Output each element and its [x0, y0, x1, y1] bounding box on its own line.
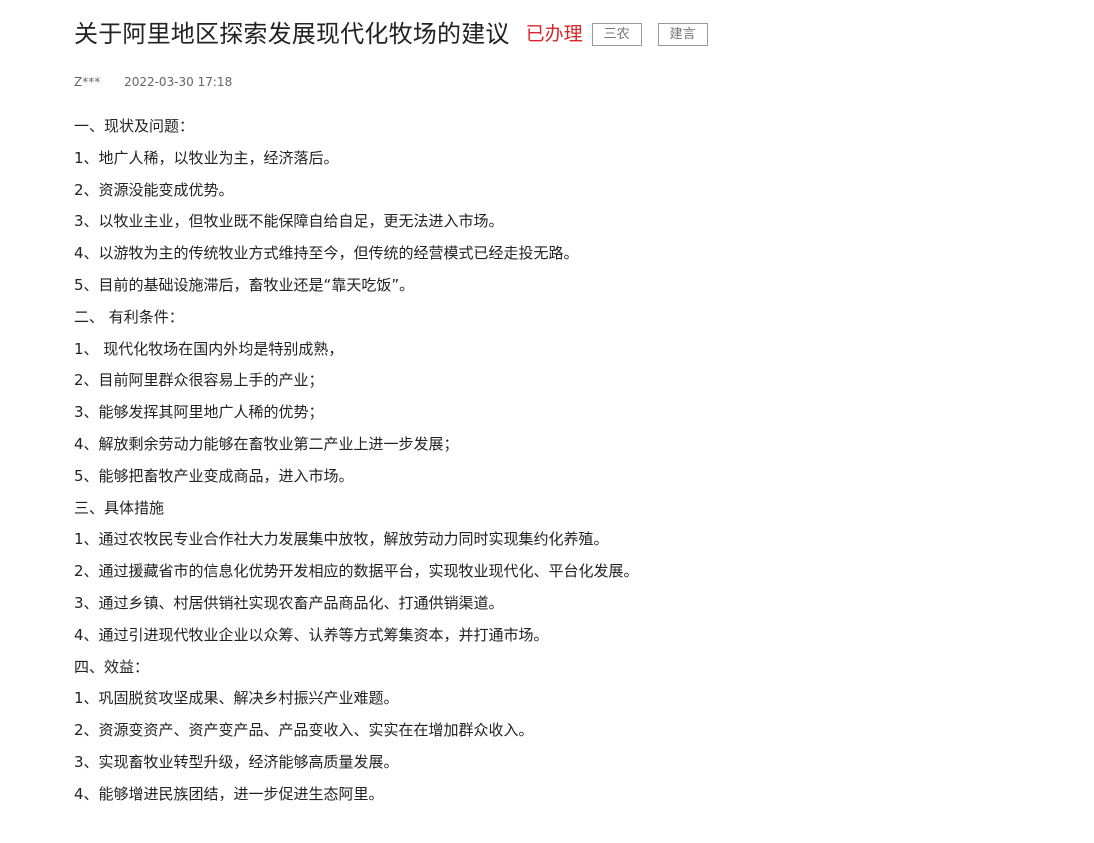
section-heading: 三、具体措施	[74, 498, 165, 517]
body-line: 4、通过引进现代牧业企业以众筹、认养等方式筹集资本，并打通市场。	[74, 625, 549, 644]
body-line: 4、能够增进民族团结，进一步促进生态阿里。	[74, 784, 384, 803]
body-line: 1、地广人稀，以牧业为主，经济落后。	[74, 148, 339, 167]
body-line: 2、通过援藏省市的信息化优势开发相应的数据平台，实现牧业现代化、平台化发展。	[74, 562, 639, 581]
section-heading: 四、效益：	[74, 657, 150, 676]
body-line: 5、能够把畜牧产业变成商品，进入市场。	[74, 466, 354, 485]
section-heading: 一、现状及问题：	[74, 117, 195, 135]
author-name: Z***	[74, 75, 101, 89]
body-line: 5、目前的基础设施滞后，畜牧业还是“靠天吃饭”。	[74, 275, 415, 294]
body-line: 2、资源没能变成优势。	[74, 180, 234, 199]
body-line: 3、能够发挥其阿里地广人稀的优势；	[74, 403, 324, 422]
suggestion-body: 一、现状及问题： 1、地广人稀，以牧业为主，经济落后。 2、资源没能变成优势。 …	[74, 111, 1054, 811]
title-row: 关于阿里地区探索发展现代化牧场的建议 已办理 三农 建言	[74, 17, 708, 51]
body-line: 2、资源变资产、资产变产品、产品变收入、实实在在增加群众收入。	[74, 721, 534, 740]
suggestion-page: 关于阿里地区探索发展现代化牧场的建议 已办理 三农 建言 Z*** 2022-0…	[0, 0, 1094, 843]
body-line: 3、实现畜牧业转型升级，经济能够高质量发展。	[74, 752, 399, 771]
post-date: 2022-03-30 17:18	[124, 75, 233, 89]
section-heading: 二、 有利条件：	[74, 307, 184, 326]
tag-sannong[interactable]: 三农	[591, 22, 642, 46]
body-line: 1、 现代化牧场在国内外均是特别成熟，	[74, 339, 344, 358]
body-line: 1、巩固脱贫攻坚成果、解决乡村振兴产业难题。	[74, 689, 399, 708]
tag-jianyan[interactable]: 建言	[657, 22, 708, 46]
body-line: 4、以游牧为主的传统牧业方式维持至今，但传统的经营模式已经走投无路。	[74, 244, 579, 263]
body-line: 1、通过农牧民专业合作社大力发展集中放牧，解放劳动力同时实现集约化养殖。	[74, 530, 609, 549]
page-title: 关于阿里地区探索发展现代化牧场的建议	[74, 20, 510, 48]
body-line: 4、解放剩余劳动力能够在畜牧业第二产业上进一步发展；	[74, 434, 459, 453]
body-line: 2、目前阿里群众很容易上手的产业；	[74, 371, 324, 390]
body-line: 3、以牧业主业，但牧业既不能保障自给自足，更无法进入市场。	[74, 212, 504, 231]
body-line: 3、通过乡镇、村居供销社实现农畜产品商品化、打通供销渠道。	[74, 593, 504, 612]
status-label: 已办理	[525, 23, 583, 45]
post-meta: Z*** 2022-03-30 17:18	[74, 75, 232, 89]
